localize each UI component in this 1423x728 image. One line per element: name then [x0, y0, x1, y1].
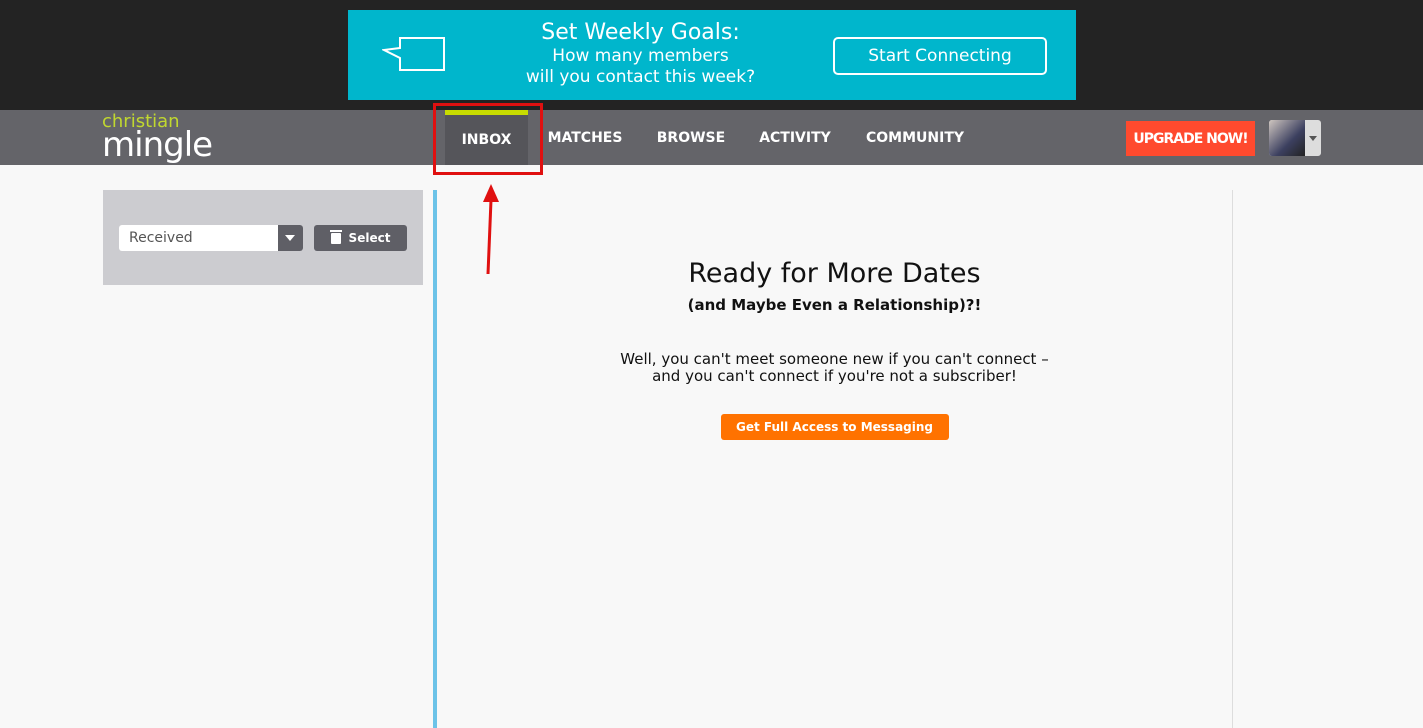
- folder-value: Received: [129, 230, 193, 246]
- chevron-down-icon[interactable]: [278, 225, 303, 251]
- banner-line1: How many members: [552, 46, 729, 66]
- banner-title: Set Weekly Goals:: [541, 20, 740, 45]
- divider: [1232, 190, 1233, 728]
- chevron-down-icon: [1309, 136, 1317, 145]
- nav-matches[interactable]: MATCHES: [540, 110, 630, 165]
- select-label: Select: [348, 231, 391, 245]
- start-connecting-button[interactable]: Start Connecting: [833, 37, 1047, 75]
- upgrade-now-button[interactable]: UPGRADE NOW!: [1126, 121, 1255, 156]
- logo-bottom: mingle: [102, 125, 213, 165]
- upsell-title: Ready for More Dates: [688, 258, 981, 289]
- folder-select[interactable]: Received: [119, 225, 303, 251]
- trash-icon: [329, 229, 342, 244]
- weekly-goals-banner[interactable]: Set Weekly Goals: How many members will …: [348, 10, 1076, 100]
- upsell-line1: Well, you can't meet someone new if you …: [620, 350, 1049, 368]
- nav-community[interactable]: COMMUNITY: [860, 110, 970, 165]
- upsell-line2: and you can't connect if you're not a su…: [652, 367, 1017, 385]
- chat-bubble-icon: [382, 37, 445, 71]
- avatar: [1269, 120, 1305, 156]
- nav-activity[interactable]: ACTIVITY: [752, 110, 838, 165]
- banner-line2: will you contact this week?: [525, 67, 756, 87]
- nav-browse[interactable]: BROWSE: [650, 110, 732, 165]
- upsell-subtitle: (and Maybe Even a Relationship)?!: [687, 296, 982, 314]
- inbox-sidebar: Received Select: [103, 190, 423, 285]
- profile-menu[interactable]: [1269, 120, 1321, 156]
- logo[interactable]: christian mingle: [102, 113, 213, 165]
- select-button[interactable]: Select: [314, 225, 407, 251]
- upsell-panel: Ready for More Dates (and Maybe Even a R…: [437, 255, 1232, 440]
- get-full-access-button[interactable]: Get Full Access to Messaging: [720, 414, 949, 440]
- annotation-highlight-box: [433, 103, 543, 175]
